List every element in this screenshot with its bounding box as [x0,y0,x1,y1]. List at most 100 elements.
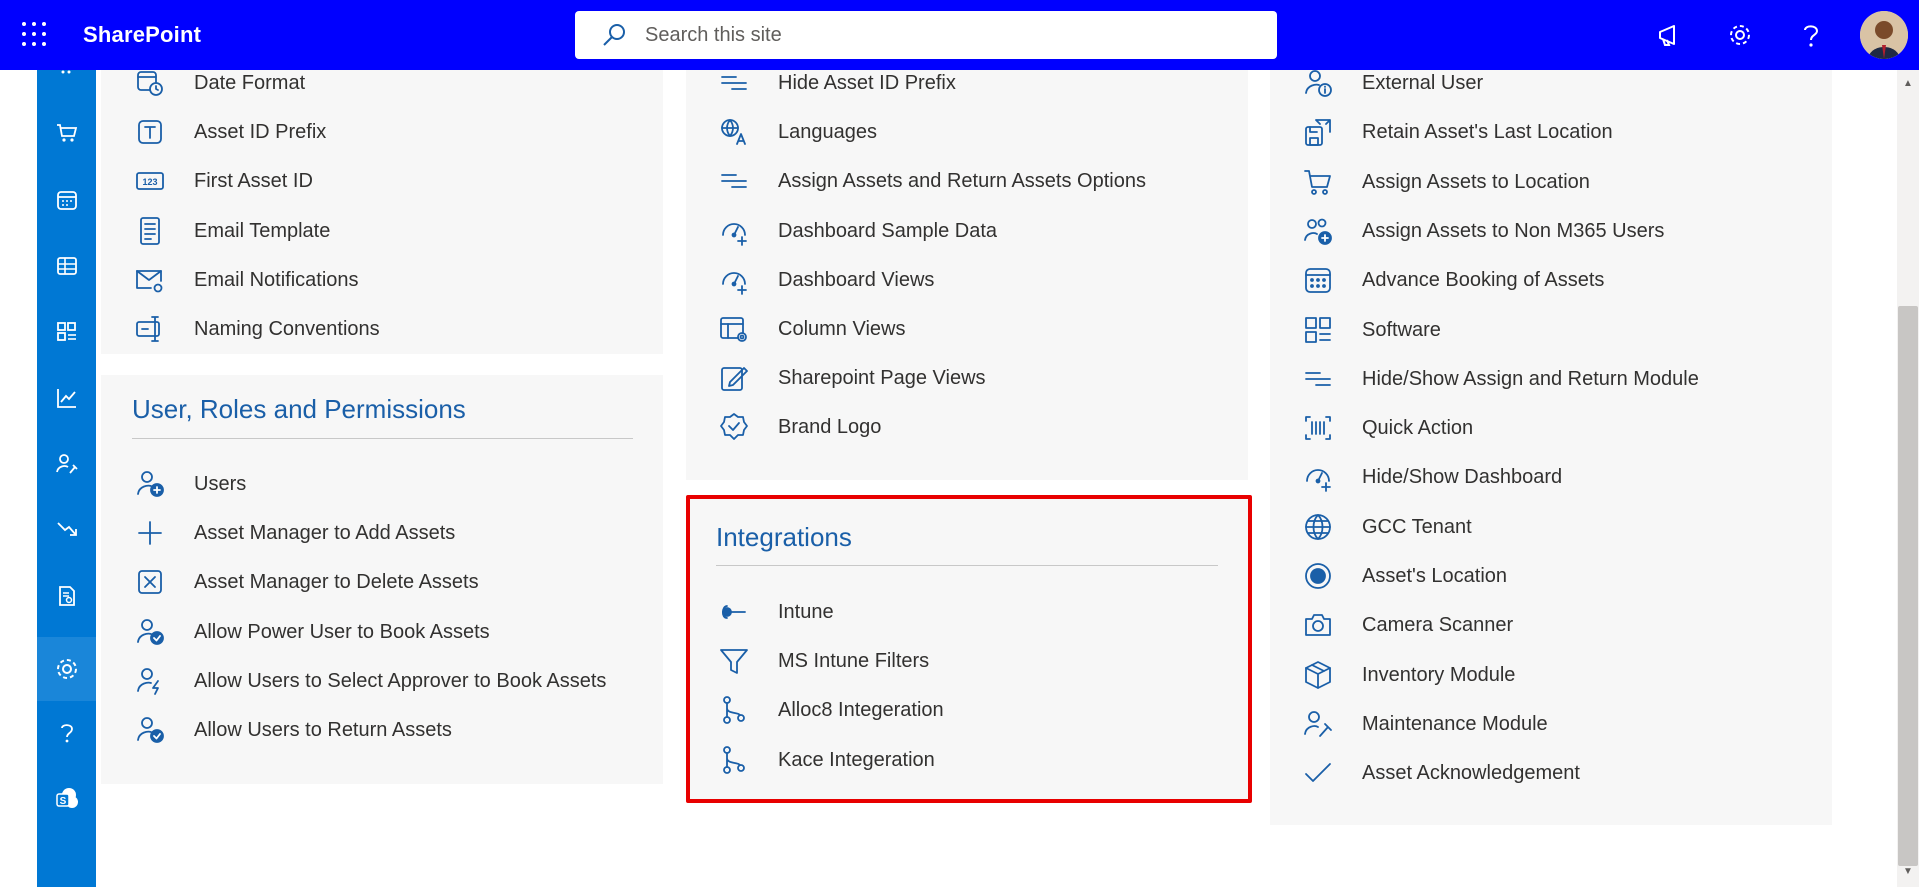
settings-item-email-template[interactable]: Email Template [132,211,330,251]
left-nav-rail: S [37,70,96,887]
settings-item-label: Hide/Show Assign and Return Module [1362,367,1699,390]
settings-item-intune[interactable]: Intune [716,592,834,632]
settings-item-maintenance-module[interactable]: Maintenance Module [1300,704,1548,744]
radio-icon [1300,558,1336,594]
save-arrows-icon [1300,114,1336,150]
settings-item-label: Asset ID Prefix [194,120,327,143]
section-title-user-roles: User, Roles and Permissions [132,394,466,424]
settings-item-label: Brand Logo [778,415,882,438]
brand-title[interactable]: SharePoint [83,22,201,48]
settings-item-asset-acknowledgement[interactable]: Asset Acknowledgement [1300,753,1580,793]
settings-item-date-format[interactable]: Date Format [132,63,305,103]
settings-item-external-user[interactable]: External User [1300,63,1483,103]
settings-item-label: Quick Action [1362,416,1474,439]
document-search-icon[interactable] [37,571,96,621]
settings-item-label: Maintenance Module [1362,712,1548,735]
person-info-icon [1300,65,1336,101]
settings-item-gcc-tenant[interactable]: GCC Tenant [1300,507,1472,547]
settings-item-label: First Asset ID [194,169,313,192]
help-icon[interactable] [1794,18,1828,52]
svg-text:123: 123 [142,177,157,187]
camera-icon [1300,607,1336,643]
rail-item-partial[interactable] [37,62,96,86]
calendar-icon[interactable] [37,175,96,225]
settings-item-brand-logo[interactable]: Brand Logo [716,407,881,447]
scroll-down-arrow[interactable]: ▼ [1898,862,1918,880]
settings-item-label: Users [194,472,247,495]
settings-item-retain-asset-s-last-location[interactable]: Retain Asset's Last Location [1300,112,1613,152]
badge-check-icon [716,409,752,445]
scroll-up-arrow[interactable]: ▲ [1898,74,1918,92]
scrollbar-thumb[interactable] [1898,306,1918,866]
settings-item-users[interactable]: Users [132,464,246,504]
suite-header: SharePoint Search this site [0,0,1919,70]
settings-item-languages[interactable]: Languages [716,112,877,152]
mail-settings-icon [132,262,168,298]
waffle-icon[interactable] [22,22,48,48]
settings-item-label: Allow Users to Return Assets [194,718,452,741]
settings-item-hide-show-dashboard[interactable]: Hide/Show Dashboard [1300,457,1562,497]
table-icon[interactable] [37,241,96,291]
search-icon [603,24,625,46]
person-wrench-icon[interactable] [37,439,96,489]
sharepoint-icon[interactable]: S [37,774,96,824]
settings-item-label: Languages [778,120,877,143]
settings-item-quick-action[interactable]: Quick Action [1300,408,1473,448]
settings-item-asset-manager-to-add-assets[interactable]: Asset Manager to Add Assets [132,513,455,553]
apps-icon[interactable] [37,307,96,357]
apps-icon [1300,312,1336,348]
settings-rail-gear-icon[interactable] [37,637,96,701]
branch-icon [716,742,752,778]
settings-item-alloc8-integeration[interactable]: Alloc8 Integeration [716,690,944,730]
settings-item-inventory-module[interactable]: Inventory Module [1300,655,1515,695]
settings-item-asset-manager-to-delete-assets[interactable]: Asset Manager to Delete Assets [132,562,479,602]
filter-icon [716,643,752,679]
search-placeholder: Search this site [645,23,782,46]
settings-item-kace-integeration[interactable]: Kace Integeration [716,740,935,780]
trend-down-icon[interactable] [37,505,96,555]
settings-item-label: Software [1362,318,1441,341]
settings-item-sharepoint-page-views[interactable]: Sharepoint Page Views [716,358,986,398]
settings-item-camera-scanner[interactable]: Camera Scanner [1300,605,1513,645]
globe-icon [1300,509,1336,545]
svg-text:S: S [59,796,66,807]
settings-item-dashboard-sample-data[interactable]: Dashboard Sample Data [716,211,997,251]
settings-item-assign-assets-to-location[interactable]: Assign Assets to Location [1300,162,1590,202]
people-add-icon [1300,213,1336,249]
settings-item-allow-power-user-to-book-assets[interactable]: Allow Power User to Book Assets [132,612,490,652]
avatar[interactable] [1860,11,1908,59]
chart-line-icon[interactable] [37,373,96,423]
help-rail-icon[interactable] [37,708,96,758]
settings-item-naming-conventions[interactable]: Naming Conventions [132,309,380,349]
cart-icon [1300,164,1336,200]
settings-item-ms-intune-filters[interactable]: MS Intune Filters [716,641,929,681]
lines-icon [716,65,752,101]
settings-item-allow-users-to-return-assets[interactable]: Allow Users to Return Assets [132,710,452,750]
delete-box-icon [132,564,168,600]
search-input[interactable]: Search this site [575,11,1277,59]
settings-item-dashboard-views[interactable]: Dashboard Views [716,260,934,300]
settings-item-advance-booking-of-assets[interactable]: Advance Booking of Assets [1300,260,1604,300]
settings-item-column-views[interactable]: Column Views [716,309,905,349]
settings-item-label: Dashboard Views [778,268,935,291]
edit-page-icon [716,360,752,396]
settings-item-assign-assets-to-non-m365-users[interactable]: Assign Assets to Non M365 Users [1300,211,1664,251]
settings-item-first-asset-id[interactable]: 123 First Asset ID [132,161,313,201]
barcode-icon [1300,410,1336,446]
settings-item-label: Naming Conventions [194,317,380,340]
settings-item-asset-s-location[interactable]: Asset's Location [1300,556,1507,596]
settings-item-allow-users-to-select-approver-to-book-assets[interactable]: Allow Users to Select Approver to Book A… [132,661,606,701]
settings-item-hide-asset-id-prefix[interactable]: Hide Asset ID Prefix [716,63,956,103]
person-bolt-icon [132,663,168,699]
gear-icon[interactable] [1723,18,1757,52]
settings-item-hide-show-assign-and-return-module[interactable]: Hide/Show Assign and Return Module [1300,359,1699,399]
settings-item-asset-id-prefix[interactable]: Asset ID Prefix [132,112,326,152]
megaphone-icon[interactable] [1652,18,1686,52]
settings-item-assign-assets-and-return-assets-options[interactable]: Assign Assets and Return Assets Options [716,161,1146,201]
settings-item-label: Hide Asset ID Prefix [778,71,956,94]
settings-item-email-notifications[interactable]: Email Notifications [132,260,359,300]
settings-item-label: Dashboard Sample Data [778,219,998,242]
settings-item-software[interactable]: Software [1300,310,1441,350]
lines-icon [1300,361,1336,397]
cart-icon[interactable] [37,108,96,158]
